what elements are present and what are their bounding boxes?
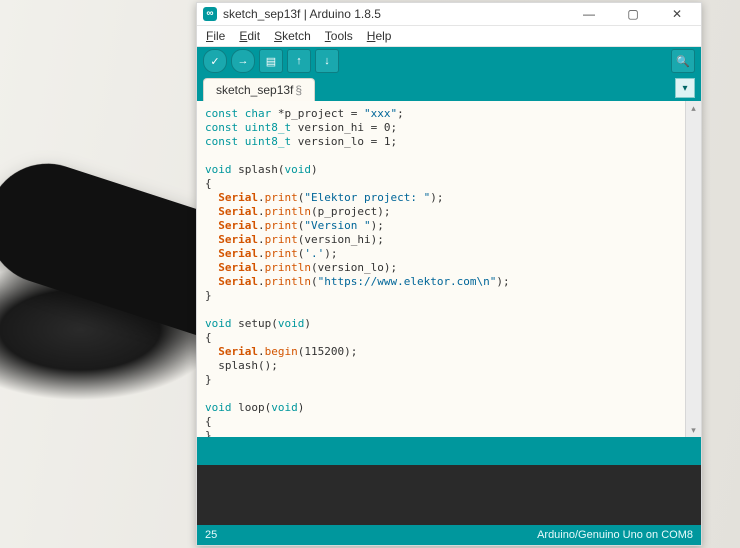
verify-button[interactable]: ✓ <box>203 49 227 73</box>
tabbar: sketch_sep13f§ ▾ <box>197 75 701 101</box>
menu-sketch[interactable]: Sketch <box>269 28 316 44</box>
arduino-window: sketch_sep13f | Arduino 1.8.5 — ▢ ✕ File… <box>196 2 702 546</box>
status-line-number: 25 <box>205 529 217 541</box>
code-editor[interactable]: const char *p_project = "xxx";const uint… <box>197 101 685 437</box>
check-icon: ✓ <box>210 55 219 68</box>
maximize-button[interactable]: ▢ <box>611 3 655 25</box>
serial-monitor-button[interactable]: 🔍 <box>671 49 695 73</box>
tab-label: sketch_sep13f <box>216 83 293 97</box>
titlebar[interactable]: sketch_sep13f | Arduino 1.8.5 — ▢ ✕ <box>197 3 701 26</box>
window-controls: — ▢ ✕ <box>567 3 699 25</box>
chevron-down-icon: ▾ <box>682 83 687 94</box>
scroll-down-button[interactable]: ▾ <box>686 423 701 437</box>
window-title: sketch_sep13f | Arduino 1.8.5 <box>223 7 567 21</box>
menu-help[interactable]: Help <box>362 28 397 44</box>
close-button[interactable]: ✕ <box>655 3 699 25</box>
scroll-up-button[interactable]: ▴ <box>686 101 701 115</box>
console-header <box>197 437 701 465</box>
new-button[interactable]: ▤ <box>259 49 283 73</box>
save-button[interactable]: ↓ <box>315 49 339 73</box>
arduino-logo-icon <box>203 7 217 21</box>
status-board-port: Arduino/Genuino Uno on COM8 <box>537 529 693 541</box>
minimize-button[interactable]: — <box>567 3 611 25</box>
magnifier-icon: 🔍 <box>676 55 690 68</box>
open-button[interactable]: ↑ <box>287 49 311 73</box>
arrow-right-icon: → <box>238 55 249 67</box>
console-output[interactable] <box>197 465 701 525</box>
statusbar: 25 Arduino/Genuino Uno on COM8 <box>197 525 701 545</box>
toolbar: ✓ → ▤ ↑ ↓ 🔍 <box>197 47 701 75</box>
menubar: File Edit Sketch Tools Help <box>197 26 701 47</box>
tab-menu-button[interactable]: ▾ <box>675 78 695 98</box>
sketch-tab[interactable]: sketch_sep13f§ <box>203 78 315 101</box>
tab-modified-marker: § <box>293 83 302 97</box>
upload-button[interactable]: → <box>231 49 255 73</box>
menu-file[interactable]: File <box>201 28 230 44</box>
arrow-down-icon: ↓ <box>324 55 330 67</box>
file-icon: ▤ <box>266 55 276 68</box>
arrow-up-icon: ↑ <box>296 55 302 67</box>
editor-area: const char *p_project = "xxx";const uint… <box>197 101 701 437</box>
menu-tools[interactable]: Tools <box>320 28 358 44</box>
vertical-scrollbar[interactable]: ▴ ▾ <box>685 101 701 437</box>
menu-edit[interactable]: Edit <box>234 28 265 44</box>
